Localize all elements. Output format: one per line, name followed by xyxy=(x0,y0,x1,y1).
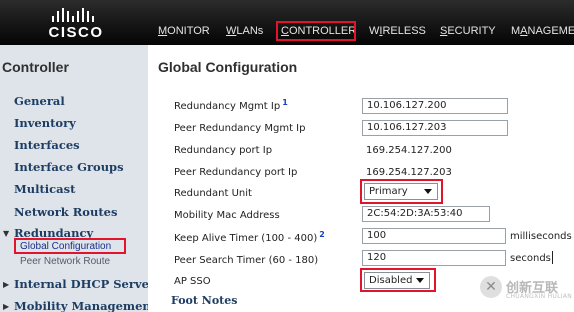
expanded-arrow-icon[interactable]: ▼ xyxy=(3,229,9,238)
watermark-subtext: CHUANGXIN HULIAN xyxy=(506,293,573,300)
nav-security[interactable]: SECURITY xyxy=(440,24,496,38)
label-redundancy-mgmt-ip: Redundancy Mgmt Ip 1 xyxy=(174,98,288,112)
nav-controller-highlight xyxy=(276,21,356,41)
peer-search-timer-input[interactable]: 120 xyxy=(362,250,506,266)
cisco-logo-text: CISCO xyxy=(48,24,104,41)
sidebar-item-mobility-management[interactable]: Mobility Management xyxy=(14,299,148,312)
sidebar-item-internal-dhcp-server[interactable]: Internal DHCP Server xyxy=(14,277,148,291)
sidebar: Controller General Inventory Interfaces … xyxy=(0,45,148,312)
ap-sso-highlight xyxy=(360,268,436,292)
sidebar-active-highlight xyxy=(14,238,126,254)
label-mobility-mac-address: Mobility Mac Address xyxy=(174,210,280,221)
keep-alive-timer-unit: milliseconds xyxy=(510,231,572,242)
sidebar-item-general[interactable]: General xyxy=(14,94,65,108)
nav-wireless[interactable]: WIRELESS xyxy=(369,24,426,38)
sidebar-item-network-routes[interactable]: Network Routes xyxy=(14,205,117,219)
redundant-unit-highlight xyxy=(360,179,443,204)
text-cursor xyxy=(552,251,553,264)
keep-alive-timer-input[interactable]: 100 xyxy=(362,228,506,244)
nav-management[interactable]: MANAGEME xyxy=(511,24,574,38)
sidebar-item-inventory[interactable]: Inventory xyxy=(14,116,76,130)
peer-search-timer-unit: seconds xyxy=(510,253,551,264)
label-peer-redundancy-mgmt-ip: Peer Redundancy Mgmt Ip xyxy=(174,123,306,134)
label-keep-alive-timer: Keep Alive Timer (100 - 400) 2 xyxy=(174,230,325,244)
label-ap-sso: AP SSO xyxy=(174,276,211,287)
redundancy-port-ip-value: 169.254.127.200 xyxy=(366,145,452,156)
peer-redundancy-mgmt-ip-input[interactable]: 10.106.127.203 xyxy=(362,120,508,136)
label-redundant-unit: Redundant Unit xyxy=(174,188,252,199)
sidebar-item-interfaces[interactable]: Interfaces xyxy=(14,138,80,152)
redundancy-mgmt-ip-input[interactable]: 10.106.127.200 xyxy=(362,98,508,114)
nav-monitor[interactable]: MONITOR xyxy=(158,24,210,38)
label-peer-search-timer: Peer Search Timer (60 - 180) xyxy=(174,255,319,266)
mobility-mac-address-input[interactable]: 2C:54:2D:3A:53:40 xyxy=(362,206,490,222)
watermark: ✕ 创新互联 CHUANGXIN HULIAN xyxy=(480,276,573,304)
nav-wlans[interactable]: WLANs xyxy=(226,24,263,38)
peer-redundancy-port-ip-value: 169.254.127.203 xyxy=(366,167,452,178)
page-title: Global Configuration xyxy=(158,59,298,75)
footnote-1-link[interactable]: 1 xyxy=(282,98,288,107)
sidebar-item-multicast[interactable]: Multicast xyxy=(14,182,75,196)
label-redundancy-port-ip: Redundancy port Ip xyxy=(174,145,273,156)
top-header: CISCO MONITOR WLANs CONTROLLER WIRELESS … xyxy=(0,0,574,45)
sidebar-title: Controller xyxy=(2,59,69,75)
cisco-logo[interactable]: CISCO xyxy=(40,7,112,41)
main-panel: Global Configuration Redundancy Mgmt Ip 1… xyxy=(148,45,574,312)
sidebar-subitem-peer-network-route[interactable]: Peer Network Route xyxy=(20,256,110,267)
sidebar-item-interface-groups[interactable]: Interface Groups xyxy=(14,160,124,174)
collapsed-arrow-icon[interactable]: ▶ xyxy=(3,302,9,311)
cisco-bars-icon xyxy=(52,8,94,22)
foot-notes-heading: Foot Notes xyxy=(171,294,238,307)
label-peer-redundancy-port-ip: Peer Redundancy port Ip xyxy=(174,167,298,178)
collapsed-arrow-icon[interactable]: ▶ xyxy=(3,280,9,289)
footnote-2-link[interactable]: 2 xyxy=(319,230,325,239)
